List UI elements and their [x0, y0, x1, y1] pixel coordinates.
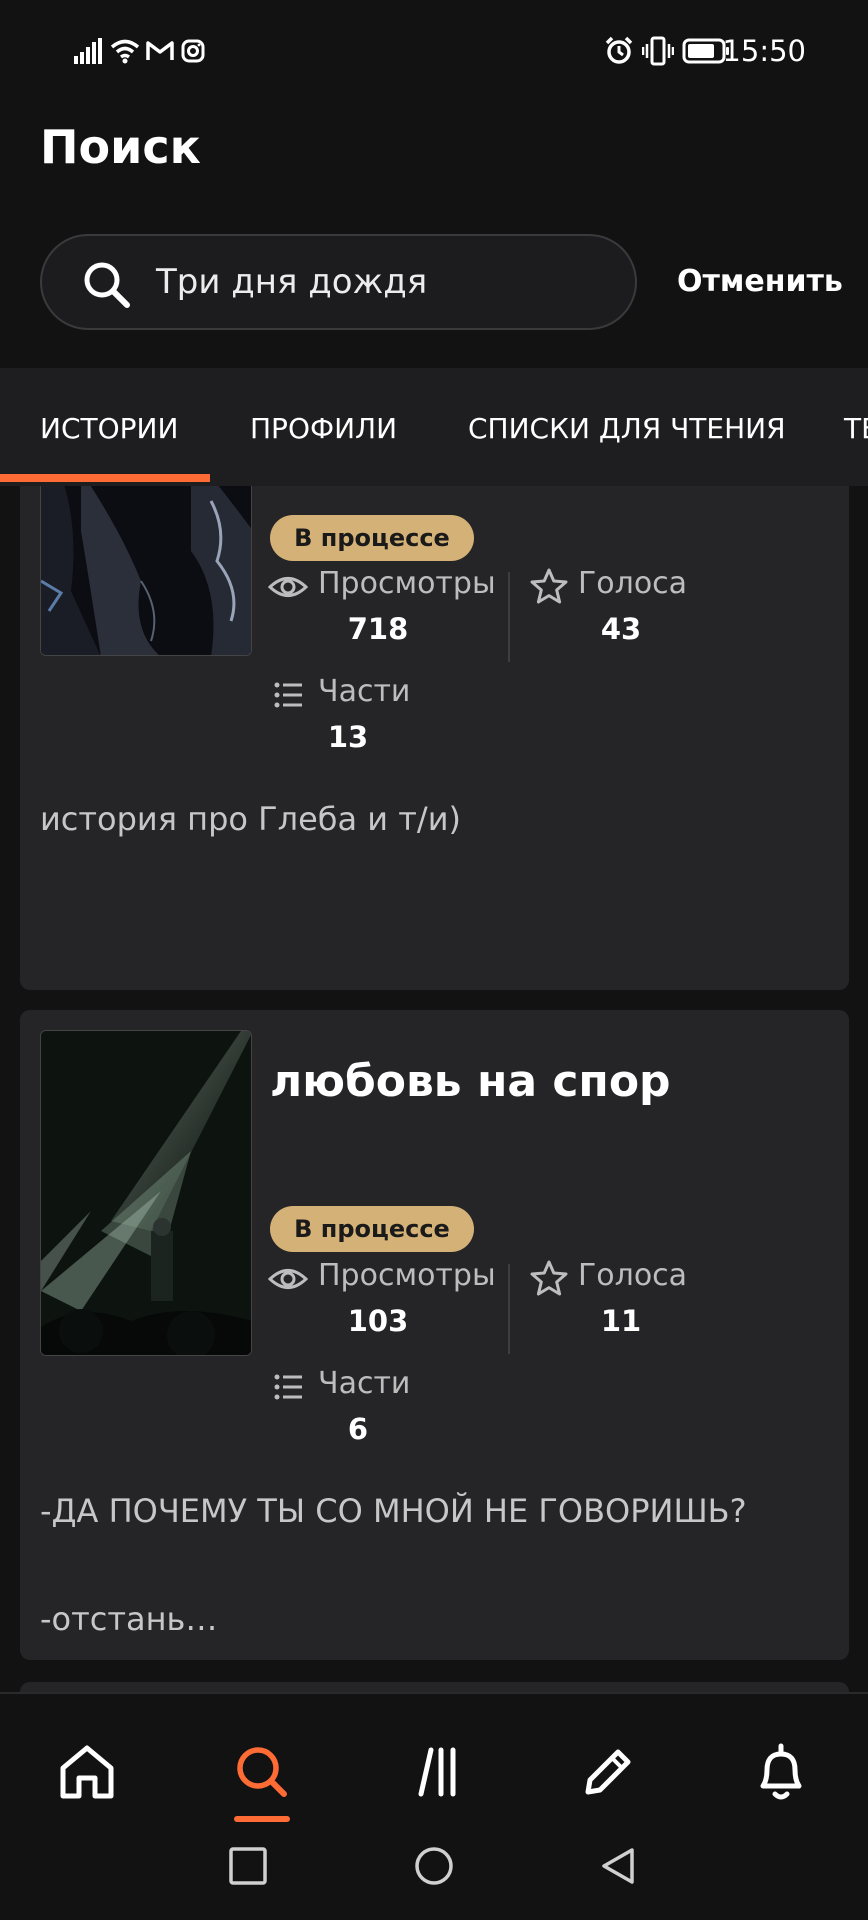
star-icon — [530, 568, 568, 604]
story-cover[interactable] — [40, 486, 252, 656]
nav-library-button[interactable] — [397, 1732, 477, 1812]
nav-home-button[interactable] — [47, 1732, 127, 1812]
nav-write-button[interactable] — [568, 1732, 648, 1812]
write-icon — [585, 1749, 631, 1795]
votes-count: 11 — [600, 1304, 642, 1338]
story-card[interactable] — [20, 1682, 849, 1692]
star-icon — [530, 1260, 568, 1296]
clock: 15:50 — [722, 34, 806, 68]
eye-icon — [268, 577, 308, 597]
vibrate-icon — [642, 36, 674, 66]
bell-icon — [760, 1743, 802, 1800]
stats-divider — [508, 1264, 510, 1354]
search-icon — [84, 262, 130, 308]
status-badge: В процессе — [270, 1206, 474, 1252]
wifi-icon — [110, 39, 140, 64]
tab-stories[interactable]: ИСТОРИИ — [40, 412, 178, 445]
story-title[interactable]: любовь на спор — [270, 1056, 671, 1107]
page-title: Поиск — [40, 120, 201, 174]
nav-search-button[interactable] — [222, 1732, 302, 1812]
story-card[interactable]: любовь на спор В процессе Просмотры 103 … — [20, 1010, 849, 1660]
stats-divider — [508, 572, 510, 662]
home-button[interactable] — [412, 1846, 456, 1886]
list-icon — [274, 682, 302, 708]
back-button[interactable] — [598, 1846, 638, 1886]
signal-icon — [74, 38, 102, 64]
search-query[interactable]: Три дня дождя — [156, 262, 427, 302]
parts-count: 13 — [327, 720, 369, 754]
search-input[interactable]: Три дня дождя — [40, 234, 637, 330]
votes-count: 43 — [600, 612, 642, 646]
nav-notifications-button[interactable] — [741, 1732, 821, 1812]
list-icon — [274, 1374, 302, 1400]
tab-reading-lists[interactable]: СПИСКИ ДЛЯ ЧТЕНИЯ — [468, 412, 786, 445]
story-description: -отстань… — [40, 1600, 218, 1638]
story-results-list[interactable]: В процессе Просмотры 718 Голоса 43 Части… — [0, 486, 868, 1692]
votes-label: Голоса — [578, 566, 688, 601]
alarm-icon — [605, 36, 633, 64]
home-icon — [60, 1745, 114, 1799]
active-nav-indicator — [234, 1816, 290, 1822]
story-card[interactable]: В процессе Просмотры 718 Голоса 43 Части… — [20, 486, 849, 990]
tab-tags[interactable]: ТЕ — [844, 412, 868, 445]
eye-icon — [268, 1269, 308, 1289]
story-description: история про Глеба и т/и) — [40, 800, 461, 838]
parts-label: Части — [318, 1366, 411, 1401]
votes-label: Голоса — [578, 1258, 688, 1293]
recents-button[interactable] — [228, 1846, 268, 1886]
status-badge: В процессе — [270, 515, 474, 561]
views-count: 718 — [347, 612, 409, 646]
search-tabs: ИСТОРИИ ПРОФИЛИ СПИСКИ ДЛЯ ЧТЕНИЯ ТЕ — [0, 368, 868, 486]
library-icon — [418, 1747, 456, 1797]
parts-count: 6 — [347, 1412, 369, 1446]
story-cover[interactable] — [40, 1030, 252, 1356]
search-icon — [237, 1747, 287, 1797]
views-label: Просмотры — [318, 566, 496, 601]
parts-label: Части — [318, 674, 411, 709]
tab-profiles[interactable]: ПРОФИЛИ — [250, 412, 397, 445]
status-bar: 15:50 — [0, 0, 868, 104]
cancel-button[interactable]: Отменить — [677, 264, 843, 299]
views-count: 103 — [347, 1304, 409, 1338]
instagram-icon — [181, 39, 205, 63]
active-tab-indicator — [0, 474, 210, 482]
gmail-icon — [146, 41, 174, 60]
story-description: -ДА ПОЧЕМУ ТЫ СО МНОЙ НЕ ГОВОРИШЬ? — [40, 1492, 747, 1530]
views-label: Просмотры — [318, 1258, 496, 1293]
